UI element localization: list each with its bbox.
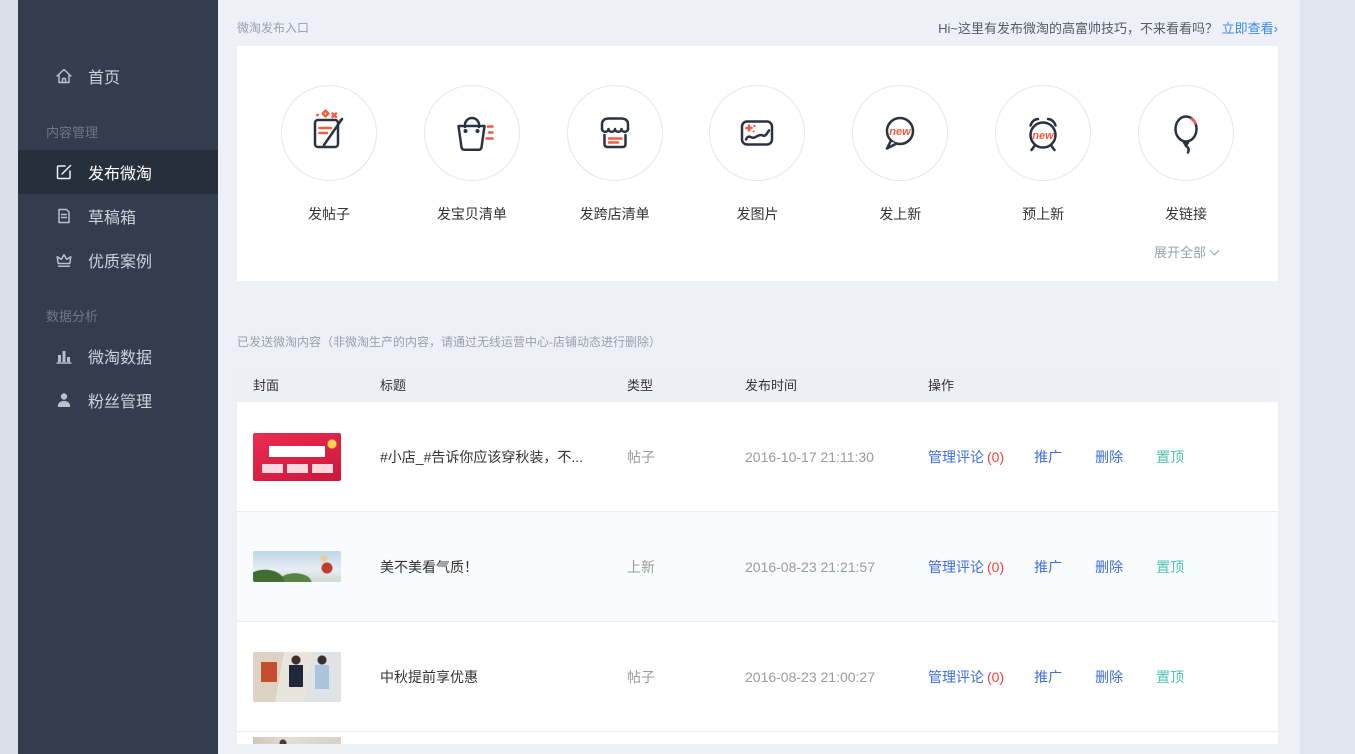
column-header-type: 类型: [627, 375, 745, 394]
sidebar-item-fans-mgmt[interactable]: 粉丝管理: [18, 378, 218, 422]
manage-comments-link[interactable]: 管理评论: [928, 667, 984, 687]
publish-time: 2016-10-17 21:11:30: [745, 449, 928, 465]
delete-link[interactable]: 删除: [1095, 667, 1123, 687]
document-icon: [54, 206, 74, 226]
hint-bar: Hi~这里有发布微淘的高富帅技巧，不来看看吗？ 立即查看›: [938, 18, 1278, 37]
publish-entries-card: 发帖子 发宝贝清单: [237, 46, 1278, 281]
shopping-bag-icon: [424, 85, 520, 181]
post-type: 帖子: [627, 447, 745, 467]
entry-cross-store-list[interactable]: 发跨店清单: [567, 85, 663, 224]
column-header-cover: 封面: [237, 375, 380, 394]
entry-header: 微淘发布入口 Hi~这里有发布微淘的高富帅技巧，不来看看吗？ 立即查看›: [237, 0, 1278, 38]
sidebar-section-data-analysis: 数据分析: [18, 306, 218, 326]
sent-content-section-title: 已发送微淘内容（非微淘生产的内容，请通过无线运营中心-店铺动态进行删除）: [237, 333, 1278, 350]
publish-time: 2016-08-23 21:00:27: [745, 669, 928, 685]
column-header-time: 发布时间: [745, 375, 928, 394]
post-title: 中秋提前享优惠: [380, 667, 627, 687]
delete-link[interactable]: 删除: [1095, 557, 1123, 577]
cover-thumbnail: [253, 433, 341, 481]
sidebar-item-label: 草稿箱: [88, 204, 136, 228]
sidebar-item-label: 粉丝管理: [88, 388, 152, 412]
pin-link[interactable]: 置顶: [1156, 447, 1184, 467]
sidebar-item-label: 首页: [88, 64, 120, 88]
post-title: 美不美看气质！: [380, 557, 627, 577]
speech-bubble-new-icon: new: [852, 85, 948, 181]
promote-link[interactable]: 推广: [1034, 557, 1062, 577]
sidebar: 首页 内容管理 发布微淘 草稿箱 优质案例 数据分析 微淘数据: [18, 0, 218, 754]
table-row: 中秋提前享优惠 帖子 2016-08-23 21:00:27 管理评论 (0) …: [237, 622, 1278, 732]
post-type: 上新: [627, 557, 745, 577]
entry-post[interactable]: 发帖子: [281, 85, 377, 224]
view-now-link[interactable]: 立即查看: [1222, 21, 1274, 36]
entry-label: 发跨店清单: [567, 204, 663, 224]
crown-icon: [54, 250, 74, 270]
table-row-partial: [237, 732, 1278, 744]
publish-time: 2016-08-23 21:21:57: [745, 559, 928, 575]
chevron-down-icon: [1210, 246, 1220, 256]
post-title: #小店_#告诉你应该穿秋装，不...: [380, 447, 627, 467]
entry-label: 发上新: [852, 204, 948, 224]
sidebar-item-weitao-data[interactable]: 微淘数据: [18, 334, 218, 378]
entry-section-title: 微淘发布入口: [237, 19, 309, 36]
sidebar-item-quality-cases[interactable]: 优质案例: [18, 238, 218, 282]
entry-new-arrival[interactable]: new 发上新: [852, 85, 948, 224]
cover-thumbnail: [253, 737, 341, 744]
sidebar-item-publish-weitao[interactable]: 发布微淘: [18, 150, 218, 194]
sidebar-item-home[interactable]: 首页: [18, 54, 218, 98]
comment-count: (0): [987, 449, 1004, 465]
sidebar-item-label: 优质案例: [88, 248, 152, 272]
column-header-title: 标题: [380, 375, 627, 394]
sidebar-item-label: 发布微淘: [88, 160, 152, 184]
entry-pre-launch[interactable]: new 预上新: [995, 85, 1091, 224]
table-row: #小店_#告诉你应该穿秋装，不... 帖子 2016-10-17 21:11:3…: [237, 402, 1278, 512]
table-row: 美不美看气质！ 上新 2016-08-23 21:21:57 管理评论 (0) …: [237, 512, 1278, 622]
weitao-admin-page: 首页 内容管理 发布微淘 草稿箱 优质案例 数据分析 微淘数据: [0, 0, 1355, 754]
expand-all-label: 展开全部: [1154, 245, 1206, 260]
new-badge-text: new: [1032, 130, 1055, 142]
entry-label: 发帖子: [281, 204, 377, 224]
alarm-clock-new-icon: new: [995, 85, 1091, 181]
storefront-icon: [567, 85, 663, 181]
sidebar-section-content-mgmt: 内容管理: [18, 122, 218, 142]
post-type: 帖子: [627, 667, 745, 687]
comment-count: (0): [987, 669, 1004, 685]
cover-thumbnail: [253, 551, 341, 582]
entry-image[interactable]: 发图片: [709, 85, 805, 224]
comment-count: (0): [987, 559, 1004, 575]
new-badge-text: new: [890, 126, 913, 138]
column-header-actions: 操作: [928, 375, 1278, 394]
entry-label: 发宝贝清单: [424, 204, 520, 224]
entry-label: 预上新: [995, 204, 1091, 224]
hint-arrow-icon[interactable]: ›: [1274, 21, 1278, 36]
balloon-icon: [1138, 85, 1234, 181]
entry-label: 发链接: [1138, 204, 1234, 224]
table-header-row: 封面 标题 类型 发布时间 操作: [237, 367, 1278, 402]
entry-link[interactable]: 发链接: [1138, 85, 1234, 224]
picture-icon: [709, 85, 805, 181]
person-icon: [54, 390, 74, 410]
post-icon: [281, 85, 377, 181]
main-content: 微淘发布入口 Hi~这里有发布微淘的高富帅技巧，不来看看吗？ 立即查看›: [218, 0, 1300, 754]
promote-link[interactable]: 推广: [1034, 667, 1062, 687]
hint-text: Hi~这里有发布微淘的高富帅技巧，不来看看吗？: [938, 21, 1218, 36]
sent-content-table: 封面 标题 类型 发布时间 操作 #小店_#告诉你应该穿秋装，不... 帖子 2…: [237, 367, 1278, 744]
pin-link[interactable]: 置顶: [1156, 557, 1184, 577]
entry-product-list[interactable]: 发宝贝清单: [424, 85, 520, 224]
manage-comments-link[interactable]: 管理评论: [928, 557, 984, 577]
edit-square-icon: [54, 162, 74, 182]
bar-chart-icon: [54, 346, 74, 366]
promote-link[interactable]: 推广: [1034, 447, 1062, 467]
cover-thumbnail: [253, 652, 341, 702]
home-icon: [54, 66, 74, 86]
manage-comments-link[interactable]: 管理评论: [928, 447, 984, 467]
expand-all-button[interactable]: 展开全部: [1154, 242, 1218, 261]
sidebar-item-drafts[interactable]: 草稿箱: [18, 194, 218, 238]
window-left-strip: [0, 0, 18, 754]
entry-label: 发图片: [709, 204, 805, 224]
sidebar-item-label: 微淘数据: [88, 344, 152, 368]
pin-link[interactable]: 置顶: [1156, 667, 1184, 687]
delete-link[interactable]: 删除: [1095, 447, 1123, 467]
